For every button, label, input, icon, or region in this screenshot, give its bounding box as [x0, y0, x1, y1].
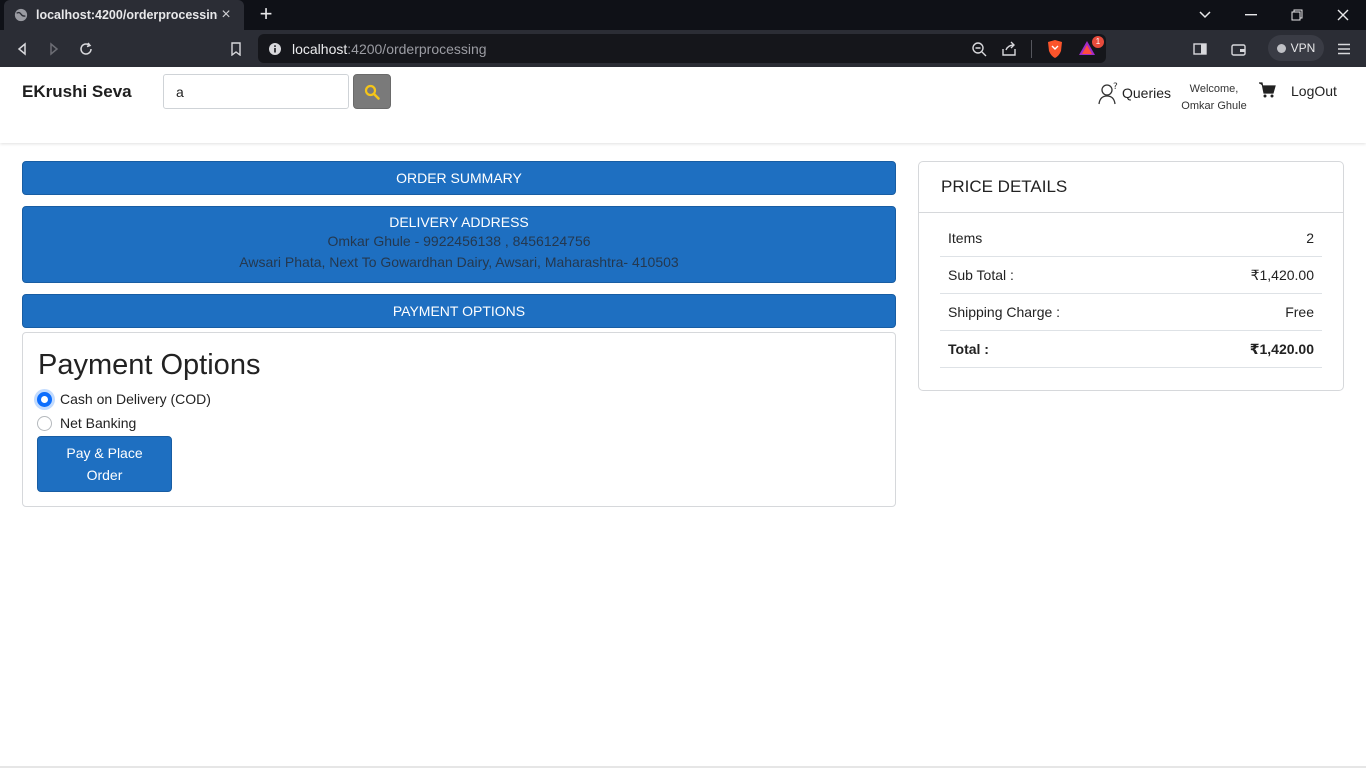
- url-path: :4200/orderprocessing: [347, 40, 487, 57]
- url-host: localhost: [292, 40, 348, 57]
- back-button[interactable]: [11, 38, 33, 60]
- price-row-shipping: Shipping Charge : Free: [940, 294, 1322, 331]
- user-question-icon: ?: [1098, 82, 1118, 105]
- cod-label: Cash on Delivery (COD): [60, 391, 211, 407]
- welcome-text: Welcome, Omkar Ghule: [1178, 81, 1250, 115]
- menu-icon[interactable]: [1333, 38, 1355, 60]
- price-row-items: Items 2: [940, 220, 1322, 257]
- payment-options-heading: Payment Options: [38, 349, 261, 381]
- tab-title: localhost:4200/orderprocessing: [36, 8, 218, 22]
- wallet-icon[interactable]: [1227, 38, 1249, 60]
- price-label: Items: [948, 230, 983, 246]
- payment-options-panel: Payment Options Cash on Delivery (COD) N…: [22, 332, 896, 507]
- search-button[interactable]: [353, 74, 391, 109]
- sidebar-icon[interactable]: [1189, 38, 1211, 60]
- pay-button-line2: Order: [86, 467, 123, 483]
- price-label: Total :: [948, 341, 989, 357]
- cart-button[interactable]: [1258, 82, 1276, 103]
- price-details-title: PRICE DETAILS: [919, 162, 1343, 213]
- vpn-button[interactable]: VPN: [1268, 35, 1324, 61]
- welcome-greeting: Welcome,: [1189, 83, 1239, 95]
- vpn-status-icon: [1276, 43, 1286, 53]
- queries-label: Queries: [1122, 85, 1172, 101]
- tab-search-chevron-icon[interactable]: [1182, 0, 1228, 30]
- forward-button[interactable]: [43, 38, 65, 60]
- price-value: 2: [1306, 230, 1314, 246]
- price-details-card: PRICE DETAILS Items 2 Sub Total : ₹1,420…: [918, 161, 1344, 391]
- welcome-username: Omkar Ghule: [1181, 100, 1247, 112]
- close-tab-icon[interactable]: ×: [218, 7, 234, 23]
- netbanking-label: Net Banking: [60, 415, 137, 431]
- brave-shields-icon[interactable]: [1046, 39, 1064, 59]
- price-value: ₹1,420.00: [1249, 340, 1314, 357]
- close-window-button[interactable]: [1320, 0, 1366, 30]
- pay-place-order-button[interactable]: Pay & Place Order: [37, 436, 172, 492]
- delivery-address-bar[interactable]: DELIVERY ADDRESS Omkar Ghule - 992245613…: [22, 206, 896, 283]
- brave-rewards-icon[interactable]: 1: [1078, 35, 1104, 58]
- netbanking-radio[interactable]: [37, 415, 52, 431]
- logout-link[interactable]: LogOut: [1291, 83, 1337, 99]
- vpn-label: VPN: [1290, 41, 1316, 55]
- search-input[interactable]: [163, 74, 349, 109]
- site-header: EKrushi Seva ? Queries Welcome, Omkar Gh…: [0, 67, 1366, 143]
- cart-icon: [1259, 82, 1276, 98]
- payment-options-bar[interactable]: PAYMENT OPTIONS: [22, 294, 896, 328]
- address-bar[interactable]: localhost:4200/orderprocessing 1: [258, 34, 1106, 63]
- browser-tab-bar: localhost:4200/orderprocessing × +: [0, 0, 1366, 30]
- delivery-address: Awsari Phata, Next To Gowardhan Dairy, A…: [239, 254, 679, 270]
- price-value: ₹1,420.00: [1250, 266, 1314, 283]
- browser-tab[interactable]: localhost:4200/orderprocessing ×: [4, 0, 244, 30]
- browser-toolbar: localhost:4200/orderprocessing 1 VPN: [0, 30, 1366, 67]
- price-details-table: Items 2 Sub Total : ₹1,420.00 Shipping C…: [940, 220, 1322, 368]
- order-summary-bar[interactable]: ORDER SUMMARY: [22, 161, 896, 195]
- payment-option-netbanking[interactable]: Net Banking: [37, 415, 136, 431]
- price-row-total: Total : ₹1,420.00: [940, 331, 1322, 368]
- restore-button[interactable]: [1274, 0, 1320, 30]
- price-row-subtotal: Sub Total : ₹1,420.00: [940, 257, 1322, 294]
- site-info-icon[interactable]: [268, 42, 282, 56]
- svg-text:?: ?: [1113, 82, 1118, 92]
- reload-button[interactable]: [75, 38, 97, 60]
- price-label: Sub Total :: [948, 267, 1014, 283]
- delivery-contact: Omkar Ghule - 9922456138 , 8456124756: [327, 233, 591, 249]
- price-value: Free: [1285, 304, 1314, 320]
- brand-logo[interactable]: EKrushi Seva: [22, 82, 132, 102]
- bookmark-icon[interactable]: [225, 38, 247, 60]
- globe-icon: [14, 8, 28, 22]
- price-label: Shipping Charge :: [948, 304, 1061, 320]
- search-icon: [364, 84, 380, 100]
- pay-button-line1: Pay & Place: [66, 445, 143, 461]
- payment-option-cod[interactable]: Cash on Delivery (COD): [37, 391, 211, 407]
- share-icon[interactable]: [1001, 41, 1017, 57]
- minimize-button[interactable]: [1228, 0, 1274, 30]
- cod-radio[interactable]: [37, 391, 52, 407]
- delivery-address-title: DELIVERY ADDRESS: [389, 214, 529, 230]
- page: EKrushi Seva ? Queries Welcome, Omkar Gh…: [0, 67, 1366, 768]
- zoom-out-icon[interactable]: [971, 41, 987, 57]
- rewards-badge: 1: [1092, 35, 1104, 48]
- new-tab-button[interactable]: +: [256, 3, 276, 25]
- queries-link[interactable]: ? Queries: [1098, 81, 1171, 105]
